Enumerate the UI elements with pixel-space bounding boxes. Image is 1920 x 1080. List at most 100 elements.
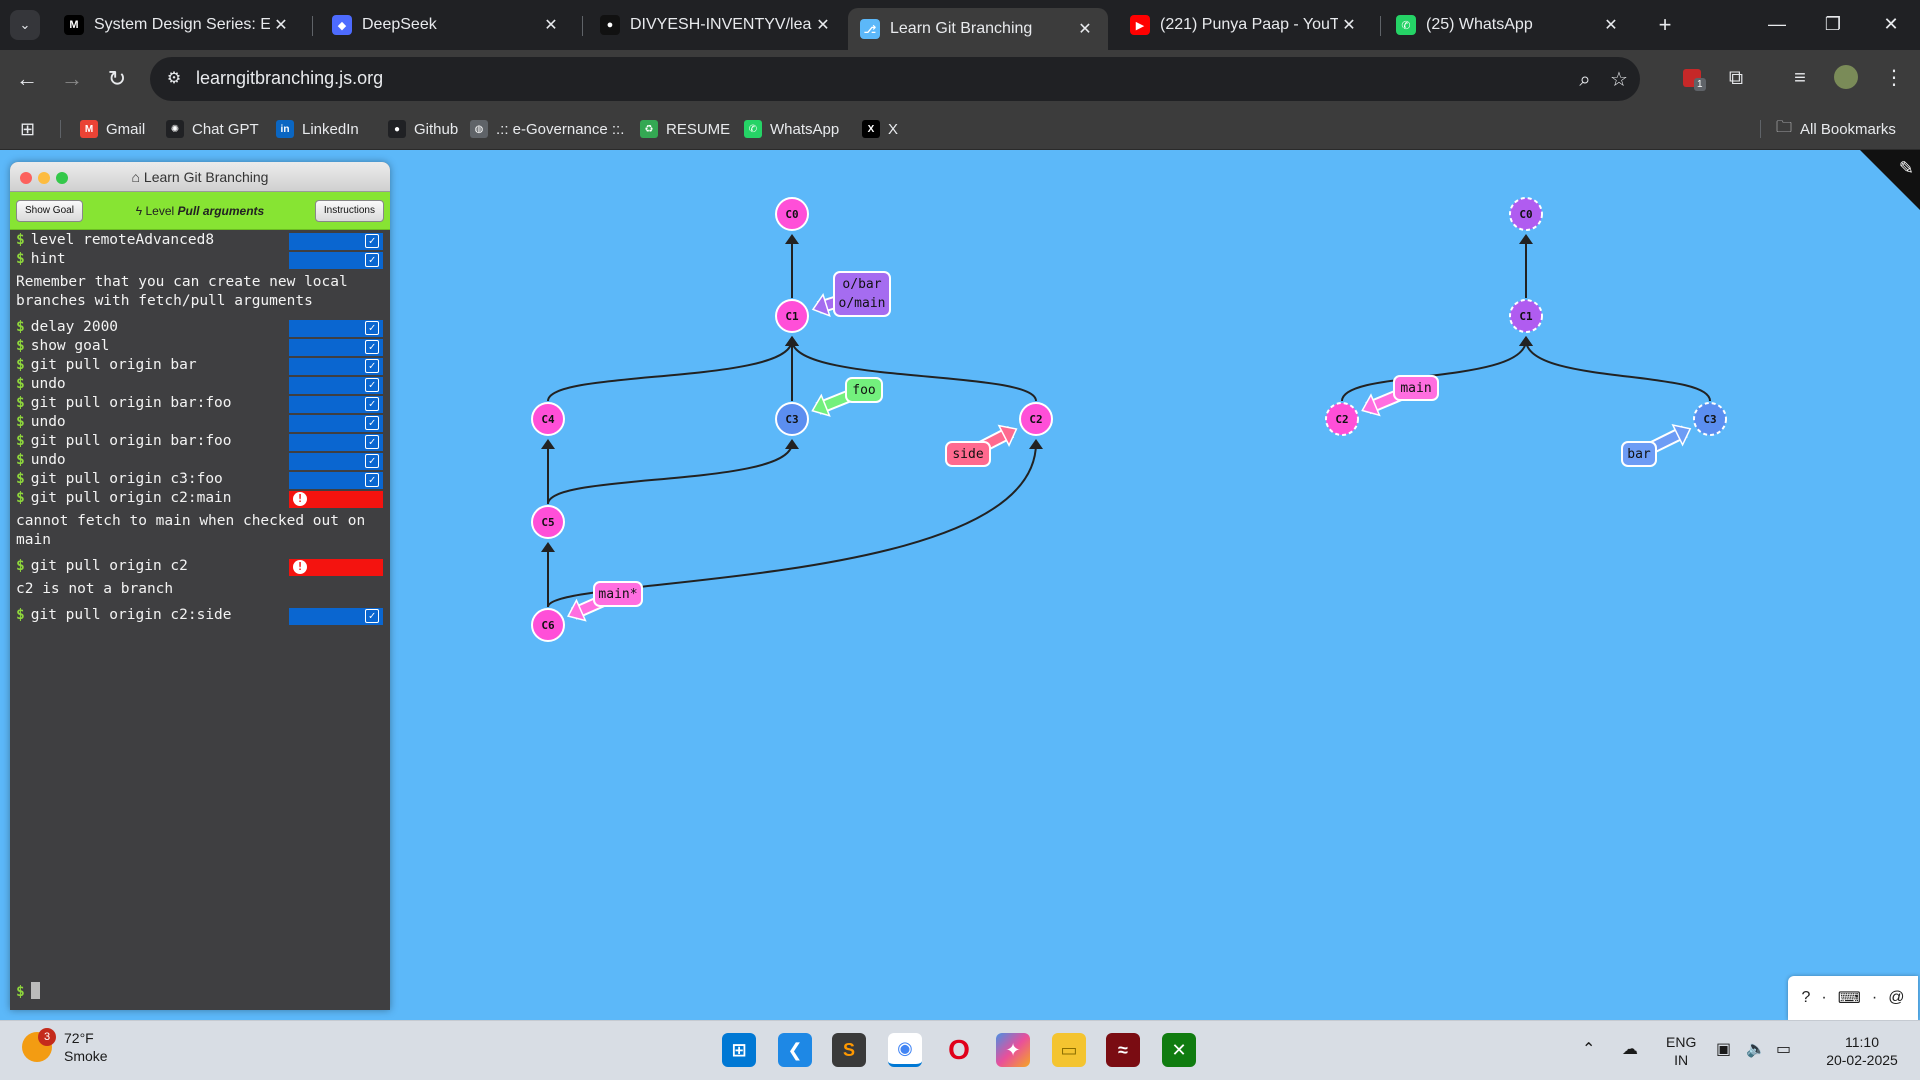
close-tab-icon[interactable]: ✕ [1074,19,1096,39]
chrome-icon[interactable]: ◉ [888,1033,922,1067]
error-status: ! [289,559,383,576]
branch-name: o/main [839,296,886,311]
chevron-up-icon[interactable]: ⌃ [1582,1039,1595,1059]
extension-icon[interactable]: 1 [1676,62,1708,94]
restore-button[interactable]: ❐ [1808,8,1858,40]
bookmark-label: .:: e-Governance ::. [496,120,625,138]
instructions-button[interactable]: Instructions [314,200,384,222]
tab-title: System Design Series: Elast [94,16,270,33]
help-icon[interactable]: ? [1802,989,1811,1007]
checkbox-icon: ✓ [365,454,379,468]
terminal-command: $ git pull origin c3:foo ✓ [10,471,390,489]
battery-icon[interactable]: ▭ [1776,1039,1791,1059]
pin-icon[interactable]: ✎ [1899,158,1914,179]
language-icon[interactable]: @ [1888,989,1904,1007]
network-icon[interactable]: ▣ [1716,1039,1731,1059]
file-explorer-icon[interactable]: ▭ [1052,1033,1086,1067]
tab[interactable]: M System Design Series: Elast✕ [52,8,304,42]
close-window-button[interactable]: ✕ [1866,8,1916,40]
tab-title: DIVYESH-INVENTYV/learn- [630,16,812,33]
branch-name: main* [598,587,637,602]
reload-button[interactable]: ↻ [100,62,134,96]
bookmark-label: Github [414,120,459,138]
menu-icon[interactable]: ⋮ [1878,62,1910,94]
prompt-symbol: $ [16,433,25,449]
all-bookmarks-button[interactable]: 🗀 All Bookmarks [1776,116,1896,142]
bookmark-item[interactable]: ◍ .:: e-Governance ::. [470,116,624,142]
site-info-icon[interactable]: ⚙ [162,67,186,91]
bookmark-item[interactable]: XX [862,116,898,142]
weather-widget[interactable]: 3 72°F Smoke [22,1028,108,1065]
prompt-symbol: $ [16,452,25,468]
bookmark-divider [60,120,61,138]
bookmark-item[interactable]: ✆ WhatsApp [744,116,839,142]
bookmark-label: RESUME [666,120,731,138]
tab-title: DeepSeek [362,16,437,33]
tab-separator [582,16,583,36]
terminal-command: $ undo ✓ [10,452,390,470]
back-button[interactable]: ← [10,62,44,96]
edge-arrowhead [785,336,799,346]
opera-icon[interactable]: O [942,1033,976,1067]
bookmark-item[interactable]: ♻ RESUME [640,116,730,142]
extension-badge: 1 [1694,78,1706,91]
tab-search-button[interactable]: ⌄ [10,10,40,40]
home-icon: ⌂ [131,169,144,185]
tab[interactable]: ⎇ Learn Git Branching ✕ [848,8,1108,50]
minimize-button[interactable]: — [1752,8,1802,40]
tab[interactable]: ● DIVYESH-INVENTYV/learn- ✕ [588,8,846,42]
xbox-icon[interactable]: ✕ [1162,1033,1196,1067]
command-text: hint [30,251,66,267]
apps-grid-icon[interactable]: ⊞ [20,116,35,142]
branch-name: bar [1627,447,1651,462]
media-control-icon[interactable]: ≡ [1784,62,1816,94]
tab-title: (221) Punya Paap - YouTub [1160,16,1338,33]
mysql-icon[interactable]: ≈ [1106,1033,1140,1067]
tab-separator [1380,16,1381,36]
start-button[interactable]: ⊞ [722,1033,756,1067]
tab[interactable]: ◆ DeepSeek ✕ [320,8,574,42]
success-status: ✓ [289,233,383,250]
prompt-symbol: $ [16,395,25,411]
bookmark-item[interactable]: ✺ Chat GPT [166,116,259,142]
forward-button[interactable]: → [55,62,89,96]
command-text: undo [30,376,66,392]
tab-title: (25) WhatsApp [1426,16,1533,33]
tab[interactable]: ▶ (221) Punya Paap - YouTub ✕ [1118,8,1372,42]
onedrive-icon[interactable]: ☁ [1622,1039,1638,1059]
sublime-icon[interactable]: S [832,1033,866,1067]
address-bar[interactable]: ⚙ learngitbranching.js.org ⌕ ☆ [150,57,1640,101]
windows-taskbar: 3 72°F Smoke ⊞ ❮ S ◉ O ✦ ▭ ≈ ✕ ⌃ ☁ ENG IN … [0,1020,1920,1080]
tab[interactable]: ✆ (25) WhatsApp ✕ [1384,8,1634,42]
volume-icon[interactable]: 🔈 [1746,1039,1766,1059]
close-tab-icon[interactable]: ✕ [540,15,562,35]
language-indicator[interactable]: ENG IN [1666,1033,1696,1069]
zoom-icon[interactable]: ⌕ [1572,67,1598,93]
url-text[interactable]: learngitbranching.js.org [196,68,383,89]
bookmark-item[interactable]: ● Github [388,116,458,142]
close-tab-icon[interactable]: ✕ [1600,15,1622,35]
terminal-command: $ git pull origin c2! [10,558,390,576]
close-tab-icon[interactable]: ✕ [270,15,292,35]
command-input[interactable]: $ [16,982,40,1000]
bookmark-item[interactable]: M Gmail [80,116,145,142]
extensions-puzzle-icon[interactable]: ⧉ [1720,62,1752,94]
github-icon: ● [388,120,406,138]
vscode-icon[interactable]: ❮ [778,1033,812,1067]
bookmark-item[interactable]: in LinkedIn [276,116,359,142]
branch-name: side [952,447,983,462]
new-tab-button[interactable]: + [1652,12,1678,38]
edge-arrowhead [1519,234,1533,244]
close-tab-icon[interactable]: ✕ [1338,15,1360,35]
edge-arrowhead [541,439,555,449]
command-text: git pull origin c2:main [30,490,232,506]
copilot-icon[interactable]: ✦ [996,1033,1030,1067]
close-tab-icon[interactable]: ✕ [812,15,834,35]
clock[interactable]: 11:10 20-02-2025 [1812,1033,1912,1069]
terminal-message: Remember that you can create new local b… [16,274,348,309]
terminal-command: $ undo ✓ [10,414,390,432]
keyboard-icon[interactable]: ⌨ [1838,988,1861,1008]
command-text: git pull origin bar:foo [30,395,232,411]
profile-avatar[interactable] [1830,62,1862,94]
bookmark-star-icon[interactable]: ☆ [1606,67,1632,93]
